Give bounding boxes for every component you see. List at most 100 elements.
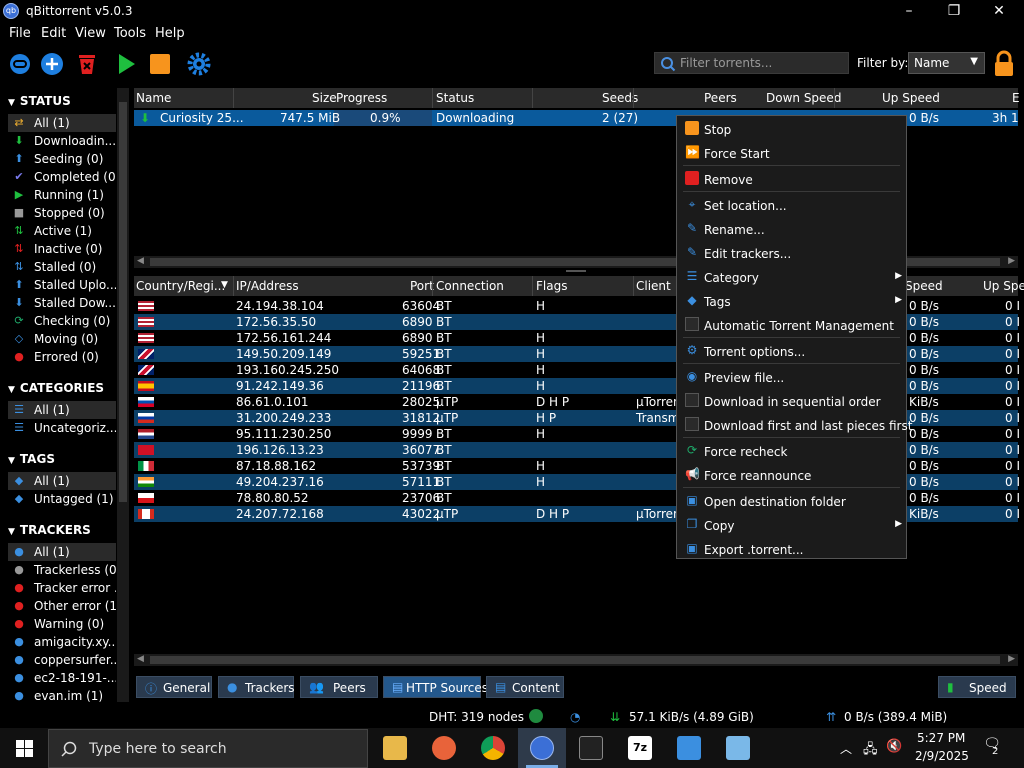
tracker-warning[interactable]: ● Warning (0)	[8, 615, 116, 633]
start-button[interactable]	[114, 52, 138, 76]
7zip-icon[interactable]: 7z	[628, 736, 652, 760]
options-button[interactable]	[187, 52, 211, 76]
ctx-rename[interactable]: ✎ Rename...	[677, 218, 906, 240]
splitter-handle[interactable]	[566, 270, 586, 272]
status-stalled[interactable]: ⇅ Stalled (0)	[8, 258, 116, 276]
peers-hscrollbar[interactable]: ◀ ▶	[134, 654, 1018, 666]
status-running[interactable]: ▶ Running (1)	[8, 186, 116, 204]
taskbar-search[interactable]: Type here to search	[48, 729, 368, 768]
ctx-export[interactable]: ▣ Export .torrent...	[677, 538, 906, 560]
trackers-header[interactable]: ▼ TRACKERS	[8, 523, 91, 541]
download-speed[interactable]: 57.1 KiB/s (4.89 GiB)	[629, 710, 754, 724]
ctx-first-last[interactable]: Download first and last pieces first	[677, 414, 912, 436]
col-size[interactable]: Size	[312, 91, 337, 105]
col-client[interactable]: Client	[636, 279, 671, 293]
chevron-up-icon[interactable]: ︿	[840, 740, 852, 757]
status-active[interactable]: ⇅ Active (1)	[8, 222, 116, 240]
tab-http-sources[interactable]: ▤ HTTP Sources	[383, 676, 488, 698]
tracker-all[interactable]: ● All (1)	[8, 543, 116, 561]
tracker-other-error[interactable]: ● Other error (1)	[8, 597, 116, 615]
tags-header[interactable]: ▼ TAGS	[8, 452, 55, 470]
status-moving[interactable]: ◇ Moving (0)	[8, 330, 116, 348]
col-down-speed[interactable]: Down Speed	[766, 91, 841, 105]
tracker-ec2[interactable]: ● ec2-18-191-...	[8, 669, 116, 687]
maximize-button[interactable]: ❐	[931, 0, 977, 22]
chrome-icon[interactable]	[481, 736, 505, 760]
clock-time[interactable]: 5:27 PM	[917, 731, 965, 745]
start-button[interactable]	[16, 740, 33, 757]
status-checking[interactable]: ⟳ Checking (0)	[8, 312, 116, 330]
network-status-icon[interactable]: 🖧	[863, 740, 878, 762]
tab-general[interactable]: ⓘ General	[136, 676, 212, 698]
tracker-trackerless[interactable]: ● Trackerless (0)	[8, 561, 116, 579]
upload-speed[interactable]: 0 B/s (389.4 MiB)	[844, 710, 947, 724]
ctx-set-location[interactable]: ⌖ Set location...	[677, 194, 906, 216]
col-down-speed[interactable]: Speed	[905, 279, 943, 293]
col-name[interactable]: Name	[136, 91, 171, 105]
ctx-force-reannounce[interactable]: 📢 Force reannounce	[677, 464, 906, 486]
connection-status-icon[interactable]	[529, 709, 543, 723]
col-status[interactable]: Status	[436, 91, 474, 105]
clock-date[interactable]: 2/9/2025	[915, 749, 969, 763]
status-all[interactable]: ⇄ All (1)	[8, 114, 116, 132]
volume-muted-icon[interactable]: 🔇	[886, 739, 902, 754]
speedometer-icon[interactable]: ◔	[570, 710, 580, 724]
status-downloading[interactable]: ⬇ Downloadin...	[8, 132, 116, 150]
menu-file[interactable]: File	[9, 26, 31, 41]
ctx-category[interactable]: ☰ Category ▶	[677, 266, 906, 288]
terminal-icon[interactable]	[579, 736, 603, 760]
lock-button[interactable]	[992, 50, 1016, 78]
category-all[interactable]: ☰ All (1)	[8, 401, 116, 419]
status-inactive[interactable]: ⇅ Inactive (0)	[8, 240, 116, 258]
qbittorrent-taskbar-button[interactable]	[518, 728, 566, 768]
ctx-remove[interactable]: Remove	[677, 168, 906, 190]
firefox-icon[interactable]	[432, 736, 456, 760]
ctx-tags[interactable]: ◆ Tags ▶	[677, 290, 906, 312]
col-progress[interactable]: Progress	[336, 91, 387, 105]
network-icon[interactable]	[726, 736, 750, 760]
status-seeding[interactable]: ⬆ Seeding (0)	[8, 150, 116, 168]
stop-button[interactable]	[148, 52, 172, 76]
ctx-force-start[interactable]: ⏩ Force Start	[677, 142, 906, 164]
minimize-button[interactable]: –	[886, 0, 932, 22]
control-panel-icon[interactable]	[677, 736, 701, 760]
ctx-preview[interactable]: ◉ Preview file...	[677, 366, 906, 388]
ctx-sequential[interactable]: Download in sequential order	[677, 390, 906, 412]
scroll-right-icon[interactable]: ▶	[1008, 256, 1015, 266]
tab-content[interactable]: ▤ Content	[486, 676, 564, 698]
tab-trackers[interactable]: ● Trackers	[218, 676, 295, 698]
add-link-button[interactable]	[8, 52, 32, 76]
menu-help[interactable]: Help	[155, 26, 185, 41]
col-connection[interactable]: Connection	[436, 279, 504, 293]
category-uncategorized[interactable]: ☰ Uncategoriz...	[8, 419, 116, 437]
scroll-left-icon[interactable]: ◀	[137, 256, 144, 266]
ctx-edit-trackers[interactable]: ✎ Edit trackers...	[677, 242, 906, 264]
tracker-evan[interactable]: ● evan.im (1)	[8, 687, 116, 702]
close-button[interactable]: ✕	[976, 0, 1022, 22]
col-eta[interactable]: E	[1012, 91, 1020, 105]
tab-peers[interactable]: 👥 Peers	[300, 676, 378, 698]
filter-input[interactable]: Filter torrents...	[654, 52, 849, 74]
status-errored[interactable]: ● Errored (0)	[8, 348, 116, 366]
tag-all[interactable]: ◆ All (1)	[8, 472, 116, 490]
ctx-torrent-options[interactable]: ⚙ Torrent options...	[677, 340, 906, 362]
menu-view[interactable]: View	[75, 26, 106, 41]
col-flags[interactable]: Flags	[536, 279, 567, 293]
filter-by-select[interactable]: Name ▼	[908, 52, 985, 74]
menu-edit[interactable]: Edit	[41, 26, 66, 41]
ctx-stop[interactable]: Stop	[677, 118, 906, 140]
col-up-speed[interactable]: Up Spe	[983, 279, 1024, 293]
col-port[interactable]: Port	[410, 279, 434, 293]
col-country[interactable]: Country/Regi...	[136, 279, 225, 293]
ctx-force-recheck[interactable]: ⟳ Force recheck	[677, 440, 906, 462]
status-stopped[interactable]: ■ Stopped (0)	[8, 204, 116, 222]
scrollbar-thumb[interactable]	[119, 102, 127, 502]
sidebar-scrollbar[interactable]	[117, 88, 129, 702]
categories-header[interactable]: ▼ CATEGORIES	[8, 381, 104, 399]
tab-speed[interactable]: ▮ Speed	[938, 676, 1016, 698]
status-completed[interactable]: ✔ Completed (0)	[8, 168, 116, 186]
col-peers[interactable]: Peers	[704, 91, 737, 105]
scroll-left-icon[interactable]: ◀	[137, 654, 144, 664]
menu-tools[interactable]: Tools	[114, 26, 146, 41]
status-stalled-uploading[interactable]: ⬆ Stalled Uplo...	[8, 276, 116, 294]
